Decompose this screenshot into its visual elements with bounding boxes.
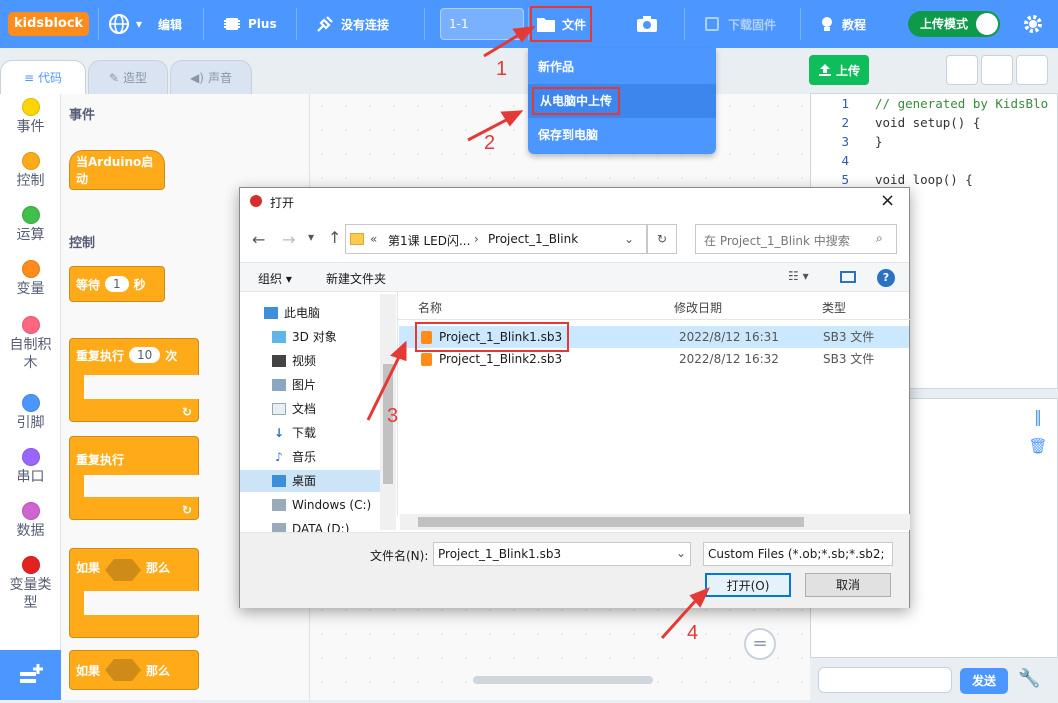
- arrow-2-head: [500, 110, 524, 127]
- annotation-arrows: [366, 26, 710, 640]
- step-number-3: 3: [387, 405, 399, 427]
- step-number-2: 2: [484, 132, 496, 154]
- step-number-4: 4: [687, 622, 699, 644]
- arrow-1: [483, 31, 523, 58]
- step-number-1: 1: [496, 58, 508, 80]
- arrow-3-head: [390, 340, 407, 362]
- arrow-1-head: [512, 26, 536, 43]
